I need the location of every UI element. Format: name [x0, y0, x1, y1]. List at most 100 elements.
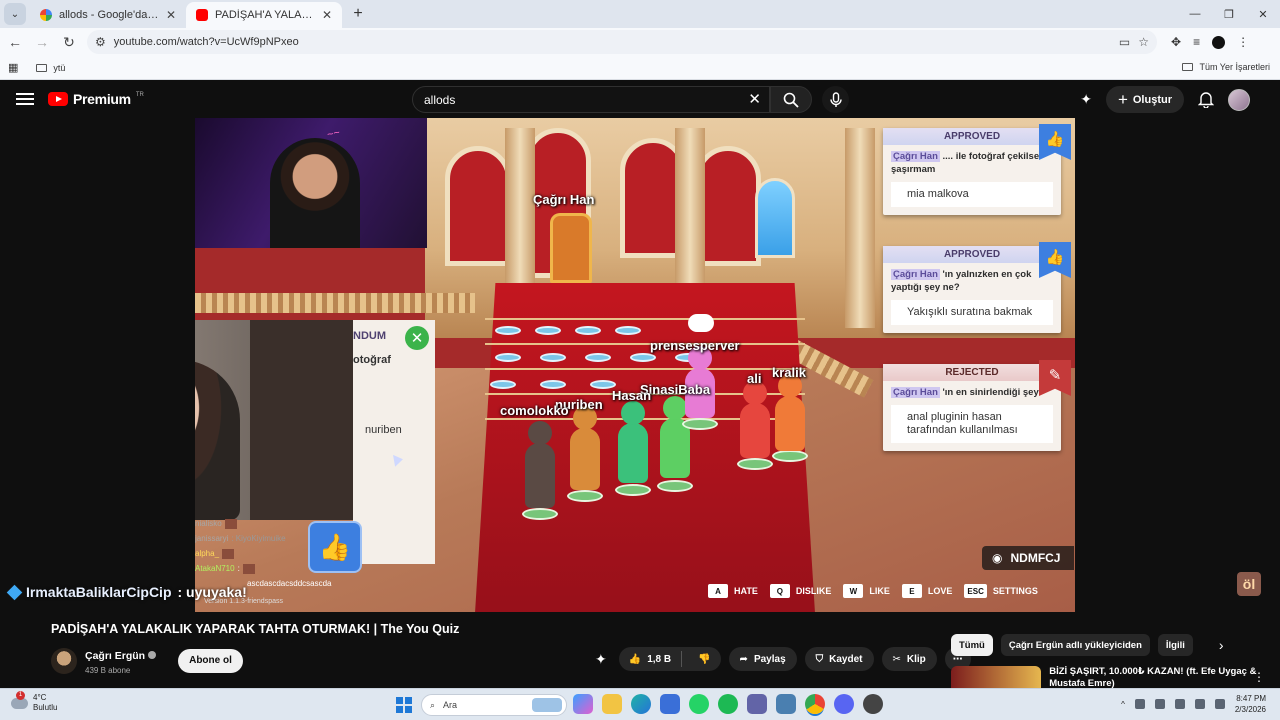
key-label: HATE [734, 586, 758, 596]
edge-icon[interactable] [631, 694, 651, 714]
arch [445, 146, 511, 266]
stair-plate [495, 353, 521, 362]
app-icon[interactable] [776, 694, 796, 714]
search-value: allods [424, 92, 456, 107]
all-bookmarks[interactable]: Tüm Yer İşaretleri [1182, 62, 1270, 72]
gemini-sparkle-icon[interactable]: ✦ [595, 651, 607, 668]
store-icon[interactable] [660, 694, 680, 714]
chrome-icon[interactable] [805, 694, 825, 714]
bookmark-star-icon[interactable]: ☆ [1138, 35, 1149, 49]
more-options-icon[interactable]: ⋮ [1253, 670, 1265, 684]
card-answer: nuriben [365, 424, 402, 436]
stair-plate [540, 353, 566, 362]
panel-answer: Yakışıklı suratına bakmak [891, 300, 1053, 325]
hamburger-menu-icon[interactable] [16, 93, 34, 105]
key-cap: E [901, 584, 922, 598]
mouse-cursor-icon [393, 453, 404, 467]
profile-avatar[interactable] [1212, 35, 1226, 49]
like-button[interactable]: 👍 1,8 B [619, 651, 683, 667]
card-question: otoğraf [353, 354, 391, 366]
omnibox[interactable]: ⚙ youtube.com/watch?v=UcWf9pNPxeo ▭ ☆ [87, 30, 1157, 54]
app-icon[interactable] [863, 694, 883, 714]
thumbs-down-icon: 👎 [698, 653, 711, 665]
forward-button[interactable]: → [30, 30, 54, 54]
site-info-icon[interactable]: ⚙ [95, 35, 106, 49]
eye-icon: ◉ [992, 551, 1003, 565]
discord-icon[interactable] [834, 694, 854, 714]
media-controls-icon[interactable]: ≡ [1193, 35, 1200, 49]
chevron-right-icon[interactable]: › [1219, 637, 1224, 653]
create-label: Oluştur [1132, 93, 1172, 106]
thumbs-up-icon: 👍 [628, 653, 642, 665]
url-text[interactable]: youtube.com/watch?v=UcWf9pNPxeo [114, 36, 1111, 48]
create-button[interactable]: + Oluştur [1105, 86, 1184, 113]
cast-icon[interactable]: ▭ [1119, 35, 1130, 49]
taskbar-search-label: Ara [443, 700, 458, 710]
network-icon[interactable] [1174, 699, 1185, 709]
chip-related[interactable]: İlgili [1157, 634, 1193, 656]
bookmark-label: ytü [53, 62, 66, 73]
stair-plate [630, 353, 656, 362]
taskbar-search[interactable]: ⌕ Ara [421, 694, 567, 716]
search-icon [783, 92, 799, 108]
file-explorer-icon[interactable] [602, 694, 622, 714]
search-highlight-badge [532, 698, 562, 712]
battery-icon[interactable] [1214, 699, 1225, 709]
channel-avatar[interactable] [51, 647, 77, 674]
system-tray: ^ 8:47 PM 2/3/2026 [1121, 693, 1266, 715]
chip-all[interactable]: Tümü [951, 634, 993, 656]
chevron-up-icon[interactable]: ^ [1121, 700, 1125, 709]
volume-icon[interactable] [1194, 699, 1205, 709]
save-button[interactable]: ⛉ Kaydet [804, 647, 874, 671]
panel-question: Çağrı Han 'ın yalnızken en çok yaptığı ş… [883, 263, 1061, 294]
chip-from-uploader[interactable]: Çağrı Ergün adlı yükleyiciden [1000, 634, 1150, 656]
tab-youtube-video[interactable]: PADİŞAH'A YALAKALIK YAPARAK TAHTA OTURMA… [186, 2, 342, 28]
search-input[interactable]: allods ✕ [412, 86, 770, 113]
subscribe-button[interactable]: Abone ol [178, 648, 243, 673]
gemini-sparkle-icon[interactable]: ✦ [1080, 91, 1092, 108]
weather-widget[interactable]: 4°C Bulutlu [11, 690, 57, 713]
extensions-icon[interactable]: ✥ [1171, 35, 1181, 49]
search-button[interactable] [770, 86, 812, 113]
close-tab-icon[interactable]: ✕ [322, 8, 332, 22]
clear-search-icon[interactable]: ✕ [748, 90, 761, 108]
microphone-icon[interactable] [1154, 699, 1165, 709]
tab-google-search[interactable]: allods - Google'da Ara ✕ [30, 2, 186, 28]
onedrive-icon[interactable] [1134, 699, 1145, 709]
maximize-button[interactable]: ❐ [1212, 0, 1246, 28]
reload-button[interactable]: ↻ [57, 30, 81, 54]
player-character [618, 401, 648, 483]
close-window-button[interactable]: ✕ [1246, 0, 1280, 28]
whatsapp-icon[interactable] [689, 694, 709, 714]
caption-user: IrmaktaBaliklarCipCip [26, 584, 172, 600]
tab-title: PADİŞAH'A YALAKALIK YAPARAK TAHTA OTURMA… [215, 9, 315, 21]
clip-button[interactable]: ✂ Klip [881, 647, 937, 671]
account-avatar[interactable] [1228, 88, 1250, 111]
menu-kebab-icon[interactable]: ⋮ [1237, 35, 1249, 49]
minimize-button[interactable]: — [1178, 0, 1212, 28]
apps-grid-icon[interactable]: ▦ [8, 61, 18, 74]
channel-name[interactable]: Çağrı Ergün [85, 650, 145, 662]
spotify-icon[interactable] [718, 694, 738, 714]
close-tab-icon[interactable]: ✕ [166, 8, 176, 22]
key-hint: ESC SETTINGS [964, 584, 1038, 598]
bookmark-ytu[interactable]: ytü [36, 63, 65, 73]
new-tab-button[interactable]: + [346, 2, 370, 26]
share-button[interactable]: ➦ Paylaş [728, 647, 797, 671]
teams-icon[interactable] [747, 694, 767, 714]
back-button[interactable]: ← [3, 30, 27, 54]
clock[interactable]: 8:47 PM 2/3/2026 [1235, 693, 1266, 715]
stair-plate [615, 326, 641, 335]
video-actions: ✦ 👍 1,8 B 👎 ➦ Paylaş ⛉ Kaydet ✂ Klip ⋯ [595, 647, 971, 671]
caption-message: : uyuyaka! [177, 584, 247, 600]
microphone-icon [829, 91, 842, 107]
copilot-icon[interactable] [573, 694, 593, 714]
start-button[interactable] [396, 697, 412, 713]
notifications-bell-icon[interactable] [1198, 91, 1214, 108]
dislike-button[interactable]: 👎 [688, 654, 720, 665]
room-code-badge: ◉ NDMFCJ [982, 546, 1074, 570]
voice-search-button[interactable] [822, 86, 849, 113]
tab-search-button[interactable]: ⌄ [4, 3, 26, 25]
video-player[interactable]: Çağrı Han prensesperver SinasiBaba Hasan… [195, 118, 1075, 612]
youtube-logo[interactable]: Premium TR [48, 91, 144, 107]
